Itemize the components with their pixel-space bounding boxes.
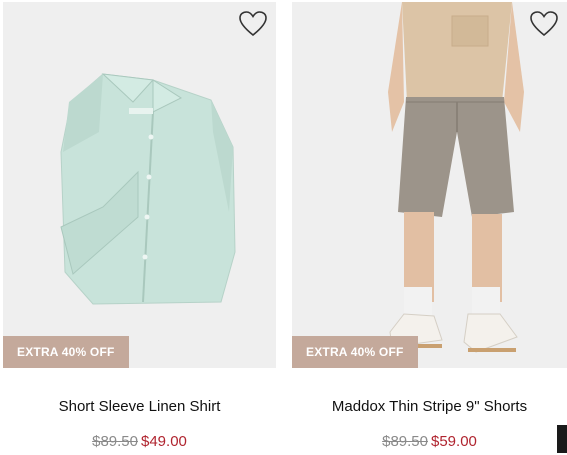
original-price: $89.50 bbox=[382, 433, 428, 450]
product-image[interactable]: EXTRA 40% OFF bbox=[3, 2, 276, 368]
product-title[interactable]: Short Sleeve Linen Shirt bbox=[3, 398, 276, 415]
shirt-image bbox=[60, 73, 236, 305]
sale-price: $49.00 bbox=[141, 433, 187, 450]
shorts-model-image bbox=[388, 2, 524, 353]
product-price: $89.50 $59.00 bbox=[292, 433, 567, 450]
original-price: $89.50 bbox=[92, 433, 138, 450]
product-price: $89.50 $49.00 bbox=[3, 433, 276, 450]
product-card-maddox-shorts[interactable]: EXTRA 40% OFF Maddox Thin Stripe 9" Shor… bbox=[292, 0, 567, 455]
favorite-heart-icon[interactable] bbox=[529, 10, 559, 38]
discount-badge: EXTRA 40% OFF bbox=[3, 336, 129, 368]
product-card-linen-shirt[interactable]: EXTRA 40% OFF Short Sleeve Linen Shirt $… bbox=[3, 0, 276, 455]
partial-next-button[interactable] bbox=[557, 425, 567, 453]
product-image[interactable]: EXTRA 40% OFF bbox=[292, 2, 567, 368]
discount-badge: EXTRA 40% OFF bbox=[292, 336, 418, 368]
favorite-heart-icon[interactable] bbox=[238, 10, 268, 38]
sale-price: $59.00 bbox=[431, 433, 477, 450]
product-title[interactable]: Maddox Thin Stripe 9" Shorts bbox=[292, 398, 567, 415]
